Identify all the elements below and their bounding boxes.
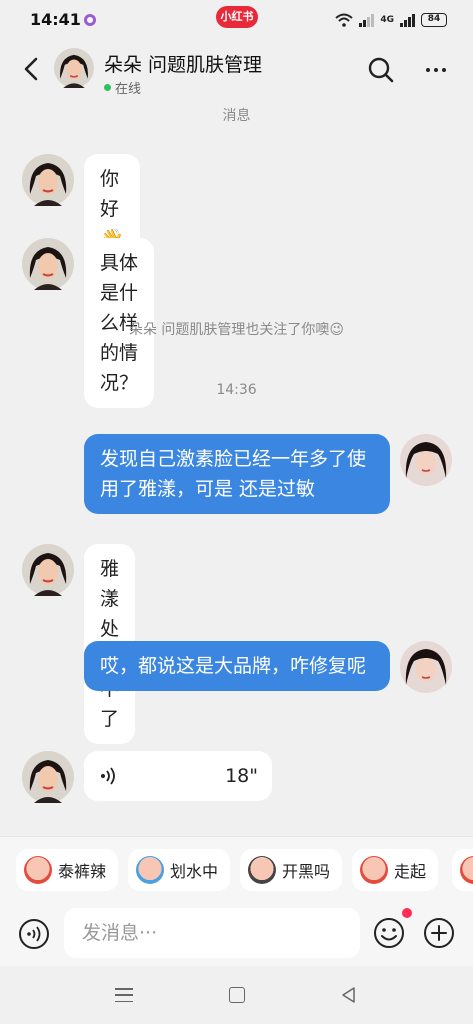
quick-sticker-bar: 泰裤辣 划水中 开黑吗 走起 [0,836,473,902]
notification-badge [402,908,412,918]
signal-icon-2 [400,13,415,27]
network-type: 4G [380,15,394,25]
nav-back-button[interactable] [340,986,358,1004]
contact-avatar[interactable] [22,154,74,206]
user-avatar[interactable] [400,641,452,693]
voice-wave-icon [101,767,115,785]
message-timestamp: 14:36 [216,382,257,398]
search-button[interactable] [367,56,395,84]
back-button[interactable] [18,54,44,84]
sticker-icon [460,856,473,884]
user-avatar[interactable] [400,434,452,486]
online-dot-icon [104,84,111,91]
quick-sticker-label: 划水中 [170,862,219,881]
plus-icon [424,918,454,948]
chat-area[interactable]: 消息 你好👋 具体是什么样的情况？ 朵朵 问题肌肤管理也关注了你噢😉 14:36… [0,98,473,836]
contact-avatar[interactable] [22,238,74,290]
status-icons: 4G 84 [335,12,447,28]
status-bar: 14:41 小红书 4G 84 [0,0,473,40]
online-status: 在线 [104,78,141,97]
battery-icon: 84 [421,13,447,27]
message-input-bar [0,902,473,966]
message-bubble-outgoing[interactable]: 发现自己激素脸已经一年多了使用了雅漾，可是 还是过敏 [84,434,390,514]
quick-sticker-label: 泰裤辣 [58,862,107,881]
voice-message-bubble[interactable]: 18" [84,751,272,801]
chevron-left-icon [24,57,38,81]
contact-avatar[interactable] [54,48,94,88]
status-time: 14:41 [30,10,81,29]
voice-duration: 18" [225,765,258,787]
signal-icon [359,13,375,27]
quick-sticker-label: 开黑吗 [282,862,331,881]
contact-name: 朵朵 问题肌肤管理 [104,54,263,76]
follow-notice: 朵朵 问题肌肤管理也关注了你噢😉 [128,322,345,338]
emoji-button[interactable] [372,916,406,950]
wifi-icon [335,13,354,27]
quick-sticker-chip[interactable]: 开黑吗 [240,849,343,891]
quick-sticker-chip[interactable]: 泰裤辣 [16,849,119,891]
message-input[interactable] [64,908,360,958]
more-button[interactable] [421,56,451,84]
system-note-truncated: 消息 [222,108,251,124]
system-nav-bar [0,966,473,1024]
search-icon [368,57,394,83]
more-actions-button[interactable] [422,916,456,950]
contact-avatar[interactable] [22,751,74,803]
quick-sticker-label: 走起 [394,862,427,881]
voice-icon [19,919,49,949]
home-button[interactable] [229,987,245,1003]
message-bubble-outgoing[interactable]: 哎，都说这是大品牌，咋修复呢 [84,641,390,691]
more-dots-icon [426,68,430,72]
quick-sticker-chip-partial[interactable] [452,849,473,891]
sticker-icon [360,856,388,884]
chat-header: 朵朵 问题肌肤管理 在线 [0,40,473,98]
app-badge: 小红书 [216,6,258,28]
voice-input-button[interactable] [18,918,50,950]
sticker-icon [248,856,276,884]
recent-apps-button[interactable] [115,988,133,1002]
quick-sticker-chip[interactable]: 走起 [352,849,439,891]
sticker-icon [136,856,164,884]
quick-sticker-chip[interactable]: 划水中 [128,849,231,891]
sticker-icon [24,856,52,884]
notification-dot-icon [84,14,96,26]
online-status-label: 在线 [115,82,142,97]
contact-avatar[interactable] [22,544,74,596]
smiley-icon [374,918,404,948]
